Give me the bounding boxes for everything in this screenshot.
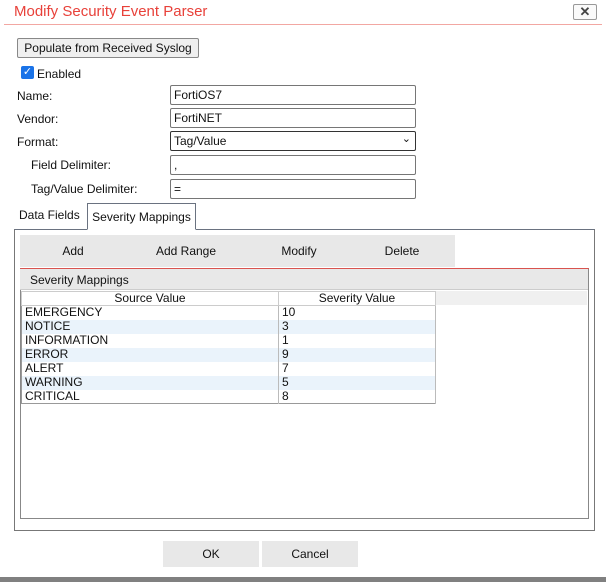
format-select[interactable]: Tag/Value ⌄ bbox=[170, 131, 416, 151]
enabled-checkbox[interactable]: ✓ bbox=[21, 66, 34, 79]
title-divider bbox=[4, 24, 602, 25]
tab-data-fields[interactable]: Data Fields bbox=[19, 208, 80, 222]
source-value-cell: ALERT bbox=[21, 361, 279, 376]
table-row[interactable]: NOTICE 3 bbox=[21, 319, 436, 334]
grid-title: Severity Mappings bbox=[20, 269, 588, 290]
close-icon: ✕ bbox=[579, 4, 591, 19]
field-delimiter-label: Field Delimiter: bbox=[31, 158, 112, 172]
table-row[interactable]: ERROR 9 bbox=[21, 347, 436, 362]
column-header-source-value[interactable]: Source Value bbox=[21, 291, 279, 306]
severity-value-cell: 3 bbox=[278, 319, 436, 334]
severity-value-cell: 10 bbox=[278, 305, 436, 320]
cancel-button[interactable]: Cancel bbox=[262, 541, 358, 567]
severity-value-cell: 1 bbox=[278, 333, 436, 348]
severity-value-cell: 5 bbox=[278, 375, 436, 390]
source-value-cell: CRITICAL bbox=[21, 389, 279, 404]
source-value-cell: NOTICE bbox=[21, 319, 279, 334]
field-delimiter-input[interactable]: , bbox=[170, 155, 416, 175]
source-value-cell: EMERGENCY bbox=[21, 305, 279, 320]
close-button[interactable]: ✕ bbox=[573, 4, 597, 20]
tag-value-delimiter-input[interactable]: = bbox=[170, 179, 416, 199]
bottom-bar bbox=[0, 577, 606, 582]
table-row[interactable]: ALERT 7 bbox=[21, 361, 436, 376]
table-row[interactable]: EMERGENCY 10 bbox=[21, 305, 436, 320]
chevron-down-icon: ⌄ bbox=[401, 133, 411, 145]
vendor-label: Vendor: bbox=[17, 112, 59, 126]
add-button[interactable]: Add bbox=[62, 244, 83, 258]
source-value-cell: WARNING bbox=[21, 375, 279, 390]
add-range-button[interactable]: Add Range bbox=[156, 244, 216, 258]
format-value: Tag/Value bbox=[174, 134, 227, 148]
table-row[interactable]: WARNING 5 bbox=[21, 375, 436, 390]
severity-value-cell: 8 bbox=[278, 389, 436, 404]
header-filler bbox=[436, 291, 587, 305]
severity-value-cell: 9 bbox=[278, 347, 436, 362]
enabled-label: Enabled bbox=[37, 67, 82, 81]
tab-severity-mappings[interactable]: Severity Mappings bbox=[87, 203, 196, 230]
populate-from-syslog-button[interactable]: Populate from Received Syslog bbox=[17, 38, 199, 58]
vendor-input[interactable]: FortiNET bbox=[170, 108, 416, 128]
table-row[interactable]: CRITICAL 8 bbox=[21, 389, 436, 404]
tag-value-delimiter-label: Tag/Value Delimiter: bbox=[31, 182, 138, 196]
severity-table: Source Value Severity Value EMERGENCY 10 N… bbox=[21, 291, 436, 404]
column-header-severity-value[interactable]: Severity Value bbox=[278, 291, 436, 306]
ok-button[interactable]: OK bbox=[163, 541, 259, 567]
delete-button[interactable]: Delete bbox=[385, 244, 420, 258]
severity-value-cell: 7 bbox=[278, 361, 436, 376]
toolbar: Add Add Range Modify Delete bbox=[20, 235, 455, 267]
dialog-title: Modify Security Event Parser bbox=[14, 3, 208, 20]
source-value-cell: INFORMATION bbox=[21, 333, 279, 348]
table-row[interactable]: INFORMATION 1 bbox=[21, 333, 436, 348]
name-label: Name: bbox=[17, 89, 53, 103]
modify-button[interactable]: Modify bbox=[281, 244, 316, 258]
source-value-cell: ERROR bbox=[21, 347, 279, 362]
format-label: Format: bbox=[17, 135, 59, 149]
name-input[interactable]: FortiOS7 bbox=[170, 85, 416, 105]
